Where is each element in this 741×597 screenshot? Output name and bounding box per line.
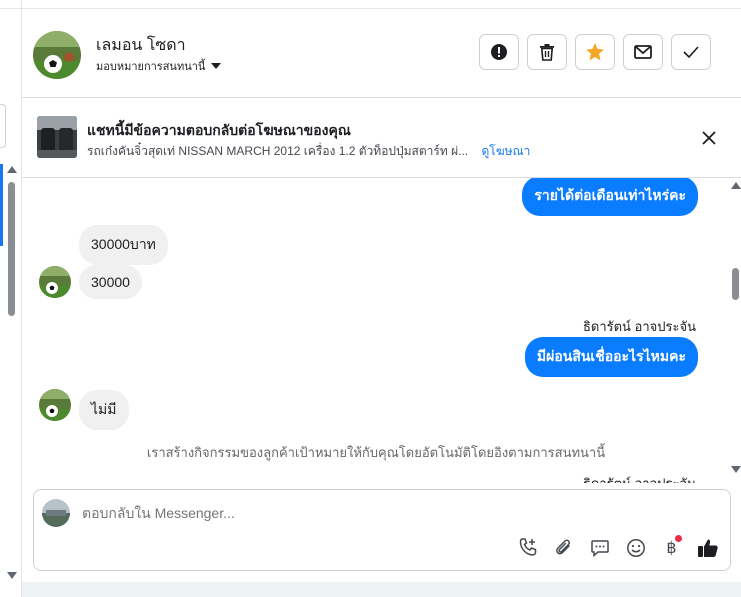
view-ad-link[interactable]: ดูโฆษณา xyxy=(481,144,530,158)
attach-button[interactable] xyxy=(551,535,576,560)
caret-down-icon xyxy=(211,63,222,69)
system-note: เราสร้างกิจกรรมของลูกค้าเป้าหมายให้กับคุ… xyxy=(146,445,606,460)
sender-name: ธิดารัตน์ อาจประจัน xyxy=(582,319,696,334)
contact-avatar xyxy=(39,266,71,298)
mark-done-button[interactable] xyxy=(671,34,711,70)
trash-icon xyxy=(540,44,554,61)
reply-input[interactable] xyxy=(82,505,682,521)
message-thread: รายได้ต่อเดือนเท่าไหร่คะ 30000บาท 30000 … xyxy=(22,178,730,483)
scroll-up-arrow[interactable] xyxy=(731,182,741,189)
scrollbar-thumb[interactable] xyxy=(732,268,739,300)
report-spam-button[interactable] xyxy=(479,34,519,70)
ad-reply-banner: แชทนี้มีข้อความตอบกลับต่อโฆษณาของคุณ รถเ… xyxy=(22,98,741,178)
divider xyxy=(0,8,22,9)
check-icon xyxy=(683,46,699,58)
left-scroll-down-arrow[interactable] xyxy=(7,572,17,579)
phone-plus-icon xyxy=(519,537,536,556)
contact-name: เลมอน โซดา xyxy=(96,37,186,54)
close-icon xyxy=(702,131,716,145)
thumbs-up-icon xyxy=(697,539,718,557)
scroll-down-arrow[interactable] xyxy=(731,466,741,473)
page-avatar xyxy=(42,499,70,527)
left-scroll-up-arrow[interactable] xyxy=(7,166,17,173)
page-footer-strip xyxy=(22,582,741,597)
contact-avatar xyxy=(39,389,71,421)
header-actions xyxy=(479,34,711,70)
mark-unread-button[interactable] xyxy=(623,34,663,70)
message-composer: ฿ xyxy=(33,489,731,571)
star-icon xyxy=(586,43,604,61)
exclamation-icon xyxy=(491,44,507,60)
ad-banner-title: แชทนี้มีข้อความตอบกลับต่อโฆษณาของคุณ xyxy=(87,122,351,138)
assign-conversation-label: มอบหมายการสนทนานี้ xyxy=(96,61,206,73)
envelope-icon xyxy=(634,45,652,59)
sender-name: ธิดารัตน์ อาจประจัน xyxy=(583,473,696,483)
composer-toolbar: ฿ xyxy=(515,535,720,560)
message-incoming: 30000บาท xyxy=(79,225,168,265)
close-banner-button[interactable] xyxy=(699,128,719,148)
ad-banner-description: รถเก๋งคันจิ๋วสุดเท่ NISSAN MARCH 2012 เค… xyxy=(87,142,530,161)
message-incoming: ไม่มี xyxy=(79,390,129,430)
notification-dot xyxy=(675,535,682,542)
left-scrollbar-thumb[interactable] xyxy=(8,182,15,316)
active-indicator xyxy=(0,164,3,246)
like-button[interactable] xyxy=(695,535,720,560)
ad-description-text: รถเก๋งคันจิ๋วสุดเท่ NISSAN MARCH 2012 เค… xyxy=(87,144,469,158)
payment-button[interactable]: ฿ xyxy=(659,535,684,560)
emoji-button[interactable] xyxy=(623,535,648,560)
conversation-header: เลมอน โซดา มอบหมายการสนทนานี้ xyxy=(22,9,741,98)
assign-conversation-dropdown[interactable]: มอบหมายการสนทนานี้ xyxy=(96,57,222,75)
chat-bubble-icon xyxy=(590,539,609,557)
message-incoming: 30000 xyxy=(79,265,142,299)
message-outgoing: รายได้ต่อเดือนเท่าไหร่คะ xyxy=(522,178,698,216)
message-outgoing: มีผ่อนสินเชื่ออะไรไหมคะ xyxy=(524,337,698,377)
delete-button[interactable] xyxy=(527,34,567,70)
smiley-icon xyxy=(626,538,645,557)
star-button[interactable] xyxy=(575,34,615,70)
ad-thumbnail[interactable] xyxy=(37,116,77,158)
collapsed-panel-tab[interactable] xyxy=(0,104,6,148)
paperclip-icon xyxy=(555,539,570,554)
saved-replies-button[interactable] xyxy=(587,535,612,560)
add-call-button[interactable] xyxy=(515,535,540,560)
contact-avatar[interactable] xyxy=(33,31,81,79)
